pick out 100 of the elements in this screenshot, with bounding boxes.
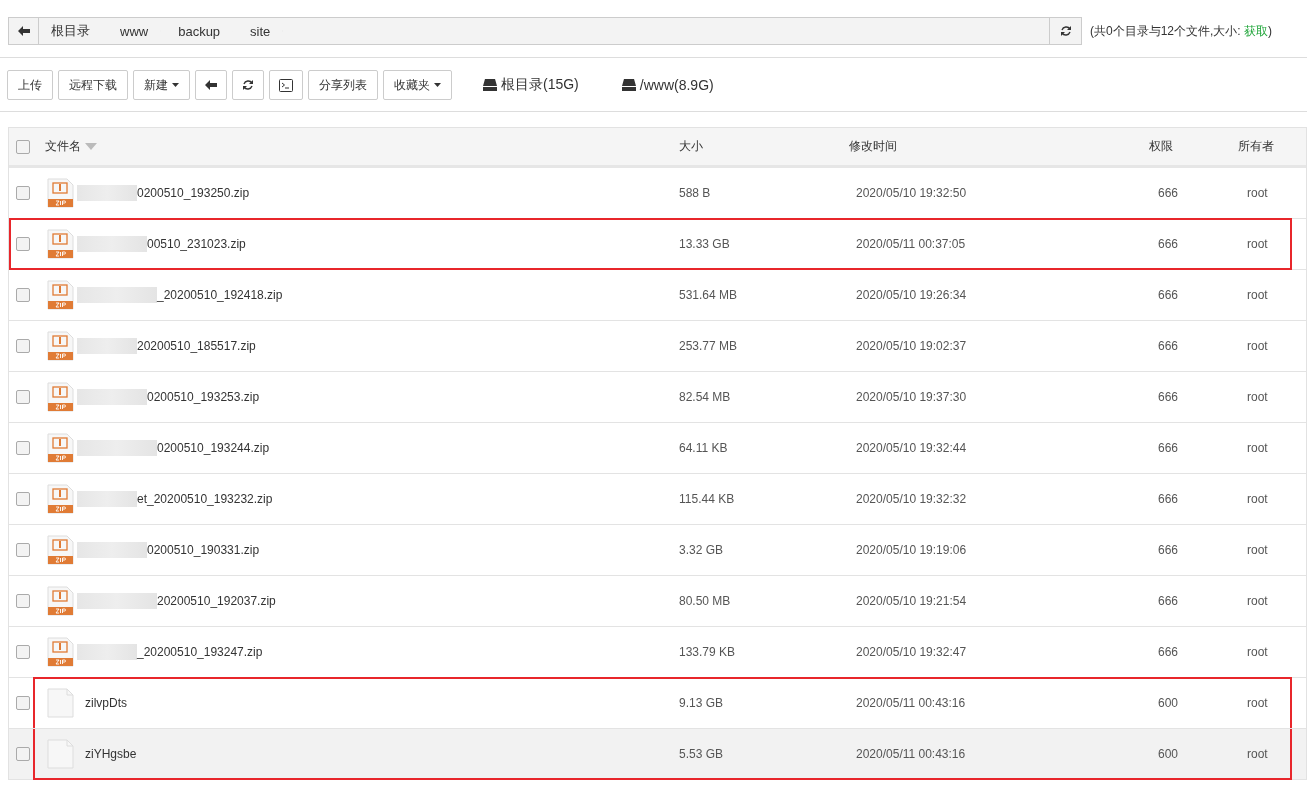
file-name[interactable]: 20200510_185517.zip xyxy=(137,339,256,353)
file-name[interactable]: 0200510_190331.zip xyxy=(147,543,260,557)
zip-file-icon xyxy=(47,280,74,310)
file-row[interactable]: 00510_231023.zip 13.33 GB 2020/05/11 00:37:05 666 root xyxy=(9,219,1306,270)
row-checkbox[interactable] xyxy=(16,594,30,608)
disk-usage-label[interactable]: 根目录(15G) xyxy=(501,76,579,94)
owner: root xyxy=(1246,543,1269,557)
refresh-icon xyxy=(1059,25,1072,37)
owner: root xyxy=(1246,747,1269,761)
file-size: 5.53 GB xyxy=(679,747,725,761)
back-arrow-icon xyxy=(17,26,30,36)
back-button[interactable] xyxy=(195,70,227,100)
column-header[interactable]: 所有者 xyxy=(1238,138,1306,155)
permissions: 666 xyxy=(1157,543,1180,557)
refresh-button[interactable] xyxy=(232,70,264,100)
dropdown-button[interactable]: 收藏夹 xyxy=(383,70,452,100)
file-icon xyxy=(47,739,74,769)
modified-time: 2020/05/10 19:02:37 xyxy=(855,339,968,353)
file-row[interactable]: ziYHgsbe 5.53 GB 2020/05/11 00:43:16 600 root xyxy=(9,729,1306,780)
file-name[interactable]: 20200510_192037.zip xyxy=(157,594,276,608)
caret-icon xyxy=(172,83,179,87)
modified-time: 2020/05/10 19:32:44 xyxy=(855,441,968,455)
modified-time: 2020/05/11 00:37:05 xyxy=(855,237,967,251)
select-all-checkbox[interactable] xyxy=(16,139,30,154)
file-row[interactable]: zilvpDts 9.13 GB 2020/05/11 00:43:16 600 root xyxy=(9,678,1306,729)
owner: root xyxy=(1246,390,1269,404)
row-checkbox[interactable] xyxy=(16,696,30,710)
back-arrow-icon xyxy=(205,80,217,90)
zip-file-icon xyxy=(47,229,74,259)
file-name[interactable]: 00510_231023.zip xyxy=(147,237,246,251)
file-count-summary: (共0个目录与12个文件,大小: 获取) xyxy=(1090,22,1273,40)
row-checkbox[interactable] xyxy=(16,645,30,659)
row-checkbox[interactable] xyxy=(16,186,30,200)
zip-file-icon xyxy=(47,535,74,565)
permissions: 666 xyxy=(1157,339,1180,353)
permissions: 666 xyxy=(1157,645,1180,659)
permissions: 600 xyxy=(1157,747,1180,761)
modified-time: 2020/05/10 19:32:50 xyxy=(855,186,968,200)
owner: root xyxy=(1246,645,1269,659)
owner: root xyxy=(1246,594,1269,608)
toolbar-button[interactable]: 远程下载 xyxy=(58,70,128,100)
file-size: 133.79 KB xyxy=(679,645,737,659)
row-checkbox[interactable] xyxy=(16,288,30,302)
zip-file-icon xyxy=(47,586,74,616)
file-size: 3.32 GB xyxy=(679,543,725,557)
modified-time: 2020/05/10 19:37:30 xyxy=(855,390,968,404)
row-checkbox[interactable] xyxy=(16,441,30,455)
column-header[interactable]: 文件名 xyxy=(45,138,81,155)
permissions: 666 xyxy=(1157,594,1180,608)
zip-file-icon xyxy=(47,331,74,361)
file-size: 531.64 MB xyxy=(679,288,739,302)
dropdown-button[interactable]: 新建 xyxy=(133,70,190,100)
file-size: 64.11 KB xyxy=(679,441,729,455)
file-name[interactable]: 0200510_193244.zip xyxy=(157,441,270,455)
terminal-button[interactable] xyxy=(269,70,303,100)
permissions: 666 xyxy=(1157,390,1180,404)
caret-icon xyxy=(434,83,441,87)
column-header[interactable]: 权限 xyxy=(1149,138,1238,155)
file-name[interactable]: et_20200510_193232.zip xyxy=(137,492,273,506)
zip-file-icon xyxy=(47,433,74,463)
file-name[interactable]: 0200510_193253.zip xyxy=(147,390,260,404)
file-name[interactable]: ziYHgsbe xyxy=(77,747,137,761)
sort-icon xyxy=(85,143,97,150)
toolbar-button[interactable]: 上传 xyxy=(7,70,53,100)
owner: root xyxy=(1246,237,1269,251)
permissions: 666 xyxy=(1157,441,1180,455)
file-icon xyxy=(47,688,74,718)
row-checkbox[interactable] xyxy=(16,543,30,557)
owner: root xyxy=(1246,339,1269,353)
permissions: 666 xyxy=(1157,288,1180,302)
file-name[interactable]: _20200510_193247.zip xyxy=(137,645,263,659)
owner: root xyxy=(1246,288,1269,302)
modified-time: 2020/05/10 19:32:47 xyxy=(855,645,968,659)
permissions: 666 xyxy=(1157,237,1180,251)
modified-time: 2020/05/11 00:43:16 xyxy=(855,696,967,710)
row-checkbox[interactable] xyxy=(16,237,30,251)
row-checkbox[interactable] xyxy=(16,747,30,761)
modified-time: 2020/05/10 19:32:32 xyxy=(855,492,968,506)
toolbar-button[interactable]: 分享列表 xyxy=(308,70,378,100)
permissions: 600 xyxy=(1157,696,1180,710)
file-size: 80.50 MB xyxy=(679,594,732,608)
file-size: 115.44 KB xyxy=(679,492,736,506)
owner: root xyxy=(1246,441,1269,455)
permissions: 666 xyxy=(1157,186,1180,200)
permissions: 666 xyxy=(1157,492,1180,506)
file-name[interactable]: 0200510_193250.zip xyxy=(137,186,250,200)
file-name[interactable]: _20200510_192418.zip xyxy=(157,288,283,302)
disk-icon xyxy=(621,79,636,91)
row-checkbox[interactable] xyxy=(16,390,30,404)
refresh-icon xyxy=(242,79,254,91)
column-header[interactable]: 修改时间 xyxy=(849,138,1149,155)
row-checkbox[interactable] xyxy=(16,339,30,353)
disk-usage-label[interactable]: /www(8.9G) xyxy=(639,77,714,93)
file-size: 13.33 GB xyxy=(679,237,731,251)
zip-file-icon xyxy=(47,178,74,208)
file-size: 588 B xyxy=(679,186,712,200)
column-header[interactable]: 大小 xyxy=(679,138,849,155)
row-checkbox[interactable] xyxy=(16,492,30,506)
modified-time: 2020/05/10 19:21:54 xyxy=(855,594,968,608)
file-name[interactable]: zilvpDts xyxy=(77,696,127,710)
